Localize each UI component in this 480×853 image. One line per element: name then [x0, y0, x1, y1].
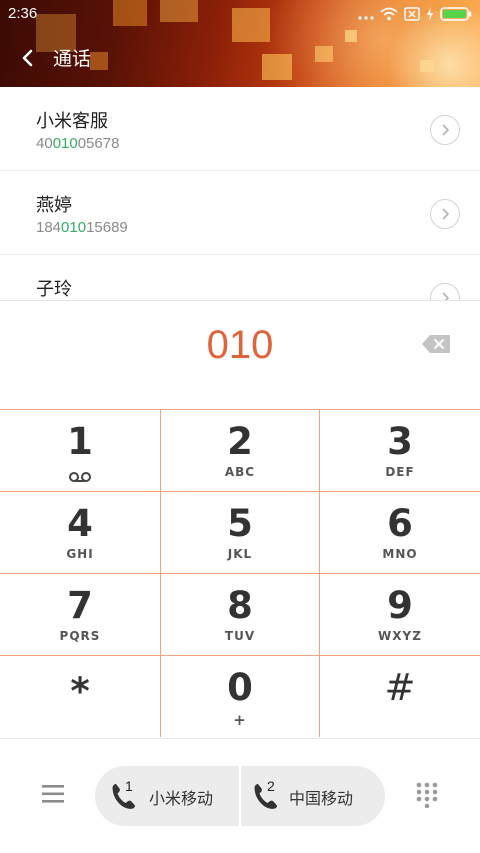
back-button[interactable]: [16, 44, 44, 72]
sim-label: 中国移动: [289, 789, 354, 808]
status-time: 2:36: [8, 5, 38, 22]
more-dots-icon: [358, 6, 374, 25]
header: 2:36 通话: [0, 0, 480, 87]
menu-button[interactable]: [40, 783, 66, 805]
matched-digits: 010: [61, 219, 87, 236]
sim-label: 小米移动: [149, 789, 214, 808]
contact-row[interactable]: 燕婷 18401015689: [0, 171, 480, 255]
bottom-bar: 1 小米移动 2 中国移动: [0, 739, 480, 853]
key-2[interactable]: 2 ABC: [160, 409, 320, 491]
dialed-digits: 010: [206, 323, 274, 367]
call-sim1-button[interactable]: 1 小米移动: [95, 766, 239, 826]
sim-number: 2: [267, 778, 275, 794]
key-6[interactable]: 6 MNO: [320, 491, 480, 573]
status-bar: 2:36: [0, 0, 480, 28]
sim-x-icon: [404, 6, 420, 25]
dialpad-icon: [416, 782, 438, 809]
contact-row[interactable]: 小米客服 4001005678: [0, 87, 480, 171]
matched-digits: 010: [52, 135, 78, 152]
dialpad-toggle-button[interactable]: [416, 782, 438, 809]
wifi-icon: [380, 6, 398, 25]
back-arrow-icon: [22, 49, 33, 67]
backspace-button[interactable]: [421, 334, 451, 354]
chevron-right-icon: [442, 292, 450, 300]
key-5[interactable]: 5 JKL: [160, 491, 320, 573]
sim-number: 1: [125, 778, 133, 794]
chevron-right-icon: [442, 208, 450, 220]
contact-name: 子玲: [36, 279, 72, 300]
contact-number: 4001005678: [36, 135, 120, 152]
dial-keypad: 1 2 ABC 3 DEF 4 GHI 5 JKL 6 MNO 7 PQRS 8…: [0, 409, 480, 738]
key-0[interactable]: 0 +: [160, 655, 320, 737]
key-7[interactable]: 7 PQRS: [0, 573, 160, 655]
key-1[interactable]: 1: [0, 409, 160, 491]
contact-number: 18401015689: [36, 219, 128, 236]
menu-icon: [42, 785, 64, 803]
key-hash[interactable]: #: [320, 655, 480, 737]
contact-name: 小米客服: [36, 111, 108, 132]
backspace-icon: [422, 335, 450, 353]
page-title: 通话: [53, 48, 92, 70]
title-bar: 通话: [0, 40, 480, 76]
key-3[interactable]: 3 DEF: [320, 409, 480, 491]
contact-detail-button[interactable]: [430, 115, 460, 145]
contact-name: 燕婷: [36, 195, 72, 216]
key-star[interactable]: *: [0, 655, 160, 737]
dialer-screen: 2:36 通话 小米客服 4001005678 燕婷 18401015689 子…: [0, 0, 480, 853]
number-display: 010: [0, 300, 480, 409]
key-4[interactable]: 4 GHI: [0, 491, 160, 573]
contact-row[interactable]: 子玲: [0, 255, 480, 300]
call-sim2-button[interactable]: 2 中国移动: [241, 766, 385, 826]
battery-icon: [440, 6, 472, 25]
contact-detail-button[interactable]: [430, 283, 460, 300]
status-icons: [358, 6, 472, 25]
key-9[interactable]: 9 WXYZ: [320, 573, 480, 655]
chevron-right-icon: [442, 124, 450, 136]
contact-suggestions: 小米客服 4001005678 燕婷 18401015689 子玲: [0, 87, 480, 300]
charging-icon: [426, 6, 434, 25]
key-8[interactable]: 8 TUV: [160, 573, 320, 655]
contact-detail-button[interactable]: [430, 199, 460, 229]
sim-call-buttons: 1 小米移动 2 中国移动: [95, 766, 385, 826]
voicemail-icon: [68, 468, 92, 482]
